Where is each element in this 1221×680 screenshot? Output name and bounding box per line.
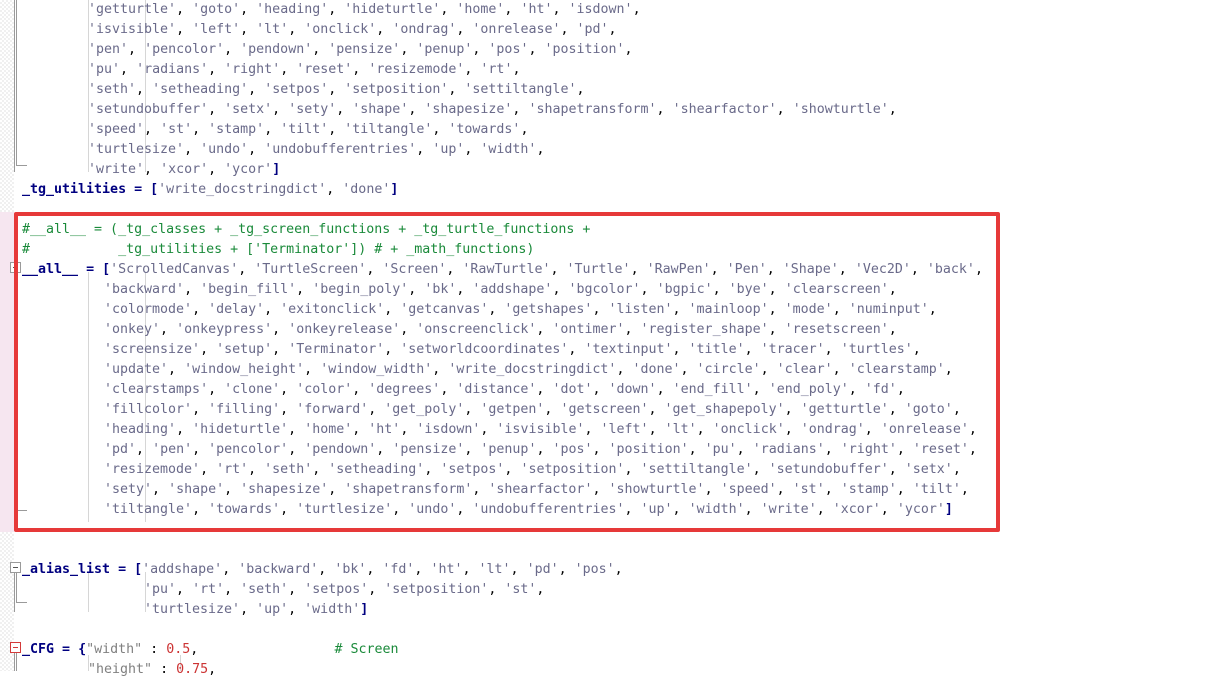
code-line[interactable]: 'write', 'xcor', 'ycor'] [88, 160, 280, 180]
fold-bracket [16, 272, 27, 511]
code-line[interactable]: 'backward', 'begin_fill', 'begin_poly', … [104, 280, 897, 300]
code-line[interactable]: 'pd', 'pen', 'pencolor', 'pendown', 'pen… [104, 440, 977, 460]
fold-alias-list-icon[interactable] [10, 562, 21, 573]
code-line[interactable]: 'turtlesize', 'up', 'width'] [144, 600, 368, 620]
code-line[interactable]: #__all__ = (_tg_classes + _tg_screen_fun… [22, 220, 590, 240]
code-line[interactable]: 'clearstamps', 'clone', 'color', 'degree… [104, 380, 905, 400]
code-line[interactable]: 'onkey', 'onkeypress', 'onkeyrelease', '… [104, 320, 897, 340]
code-line[interactable]: 'fillcolor', 'filling', 'forward', 'get_… [104, 400, 961, 420]
code-line[interactable]: 'pu', 'rt', 'seth', 'setpos', 'setpositi… [144, 580, 544, 600]
code-line[interactable]: 'update', 'window_height', 'window_width… [104, 360, 953, 380]
code-line[interactable]: 'screensize', 'setup', 'Terminator', 'se… [104, 340, 921, 360]
code-line[interactable]: _tg_utilities = ['write_docstringdict', … [22, 180, 398, 200]
code-line[interactable]: 'heading', 'hideturtle', 'home', 'ht', '… [104, 420, 977, 440]
code-line[interactable]: 'isvisible', 'left', 'lt', 'onclick', 'o… [88, 20, 617, 40]
code-line[interactable]: 'seth', 'setheading', 'setpos', 'setposi… [88, 80, 584, 100]
code-line[interactable]: 'speed', 'st', 'stamp', 'tilt', 'tiltang… [88, 120, 528, 140]
indent-guide [14, 262, 15, 524]
code-line[interactable]: "height" : 0.75, [88, 660, 216, 680]
code-line[interactable]: 'turtlesize', 'undo', 'undobufferentries… [88, 140, 544, 160]
fold-all-list-icon[interactable] [10, 262, 21, 273]
code-line[interactable]: 'sety', 'shape', 'shapesize', 'shapetran… [104, 480, 969, 500]
indent-guide [14, 0, 15, 172]
code-line[interactable]: _alias_list = ['addshape', 'backward', '… [22, 560, 623, 580]
code-line[interactable]: 'pen', 'pencolor', 'pendown', 'pensize',… [88, 40, 633, 60]
code-line[interactable]: 'colormode', 'delay', 'exitonclick', 'ge… [104, 300, 937, 320]
code-line[interactable]: 'setundobuffer', 'setx', 'sety', 'shape'… [88, 100, 897, 120]
code-line[interactable]: # _tg_utilities + ['Terminator']) # + _m… [22, 240, 534, 260]
annotation-highlight-stripe [0, 212, 14, 532]
fold-bracket [16, 0, 27, 166]
code-line[interactable]: 'resizemode', 'rt', 'seth', 'setheading'… [104, 460, 961, 480]
code-line[interactable]: 'getturtle', 'goto', 'heading', 'hidetur… [88, 0, 641, 20]
code-line[interactable]: 'tiltangle', 'towards', 'turtlesize', 'u… [104, 500, 953, 520]
code-editor[interactable]: 'getturtle', 'goto', 'heading', 'hidetur… [0, 0, 1221, 677]
fold-cfg-dict-icon[interactable] [10, 642, 21, 653]
code-line[interactable]: _CFG = {"width" : 0.5, # Screen [22, 640, 399, 660]
code-line[interactable]: __all__ = ['ScrolledCanvas', 'TurtleScre… [22, 260, 983, 280]
code-line[interactable]: 'pu', 'radians', 'right', 'reset', 'resi… [88, 60, 520, 80]
indent-guide [88, 272, 89, 522]
